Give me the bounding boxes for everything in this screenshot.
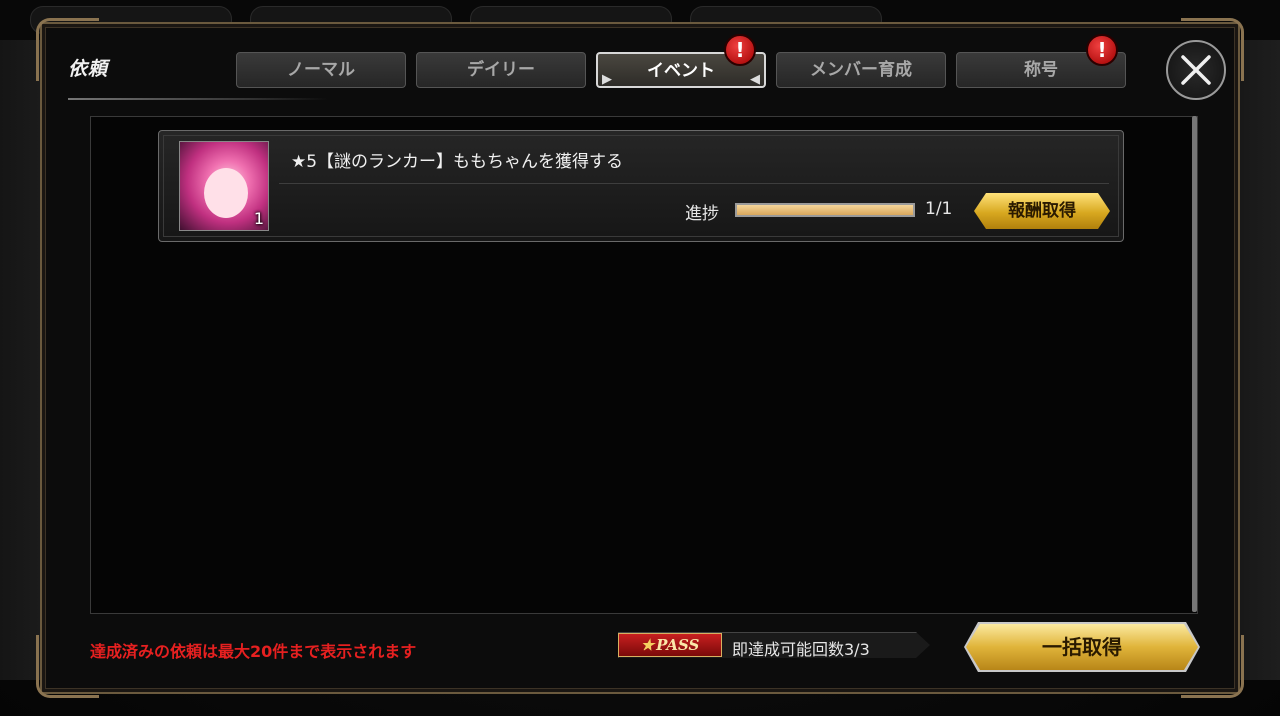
completed-notice: 達成済みの依頼は最大20件まで表示されます: [90, 642, 417, 661]
title-divider: [68, 98, 328, 100]
quest-divider: [279, 183, 1109, 184]
tab-label: デイリー: [467, 60, 535, 80]
portrait-face: [204, 168, 248, 218]
claim-reward-button[interactable]: 報酬取得: [974, 193, 1110, 229]
quest-list-scrollbar[interactable]: [1192, 116, 1197, 612]
tab-label: 称号: [1024, 60, 1058, 80]
tab-daily[interactable]: デイリー: [416, 52, 586, 88]
progress-label: 進捗: [685, 204, 719, 224]
progress-bar: [735, 203, 915, 217]
reward-count: 1: [253, 209, 264, 228]
tab-member-training[interactable]: メンバー育成: [776, 52, 946, 88]
pass-instant-complete-count: 即達成可能回数3/3: [732, 640, 870, 659]
pass-logo-icon: ★ PASS: [618, 633, 722, 657]
tab-arrow-left-icon: ▶: [602, 72, 612, 87]
progress-value: 1/1: [925, 199, 953, 219]
pass-logo-text: PASS: [656, 636, 700, 654]
character-portrait[interactable]: 1: [179, 141, 269, 231]
close-button[interactable]: [1166, 40, 1226, 100]
tab-label: メンバー育成: [810, 60, 912, 80]
alert-badge-icon: !: [1086, 34, 1118, 66]
close-icon: [1181, 55, 1211, 85]
tab-label: ノーマル: [287, 60, 355, 80]
progress-bar-fill: [737, 205, 913, 215]
tab-arrow-right-icon: ◀: [750, 72, 760, 87]
tab-normal[interactable]: ノーマル: [236, 52, 406, 88]
bulk-claim-button[interactable]: 一括取得: [966, 624, 1198, 670]
tab-label: イベント: [647, 61, 715, 81]
quest-item: 1 ★5【謎のランカー】ももちゃんを獲得する 進捗 1/1 報酬取得: [158, 130, 1124, 242]
quest-name: ★5【謎のランカー】ももちゃんを獲得する: [291, 152, 624, 172]
dialog-title: 依頼: [68, 58, 109, 80]
request-dialog: 依頼 ノーマル デイリー ▶ イベント ◀ メンバー育成 称号 ! ! 1 ★5…: [36, 18, 1244, 698]
star-icon: ★: [640, 636, 655, 654]
alert-badge-icon: !: [724, 34, 756, 66]
